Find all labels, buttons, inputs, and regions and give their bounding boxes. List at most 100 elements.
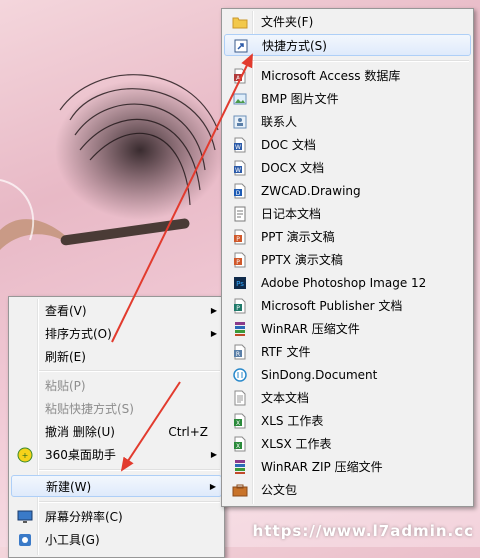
menu-item-new_submenu-items-0[interactable]: 文件夹(F) bbox=[224, 11, 471, 33]
menu-item-context_menu-items-5[interactable]: 撤消 删除(U) Ctrl+Z bbox=[11, 421, 222, 443]
360-assistant-icon: + bbox=[17, 447, 33, 463]
svg-text:R: R bbox=[236, 351, 240, 358]
menu-item-context_menu-items-0[interactable]: 查看(V) ▶ bbox=[11, 300, 222, 322]
menu-item-label: 查看(V) bbox=[45, 304, 87, 318]
svg-text:P: P bbox=[236, 305, 240, 312]
dwg-icon: D bbox=[232, 183, 248, 199]
rtf-icon: R bbox=[232, 344, 248, 360]
menu-item-label: 公文包 bbox=[261, 483, 298, 497]
doc-icon: W bbox=[232, 137, 248, 153]
menu-item-label: WinRAR ZIP 压缩文件 bbox=[261, 460, 383, 474]
bmp-icon bbox=[232, 91, 248, 107]
briefcase-icon bbox=[232, 482, 248, 498]
menu-item-new_submenu-items-11[interactable]: Ps Adobe Photoshop Image 12 bbox=[224, 272, 471, 294]
submenu-arrow-icon: ▶ bbox=[210, 306, 217, 315]
access-icon: A bbox=[232, 68, 248, 84]
menu-item-label: PPTX 演示文稿 bbox=[261, 253, 343, 267]
menu-item-label: 360桌面助手 bbox=[45, 448, 116, 462]
svg-text:Ps: Ps bbox=[236, 280, 244, 288]
menu-item-label: 排序方式(O) bbox=[45, 327, 112, 341]
menu-item-label: RTF 文件 bbox=[261, 345, 311, 359]
menu-item-context_menu-items-7[interactable]: 新建(W) ▶ bbox=[11, 475, 222, 497]
ppt-icon: P bbox=[232, 229, 248, 245]
menu-item-new_submenu-items-5[interactable]: W DOC 文档 bbox=[224, 134, 471, 156]
menu-item-new_submenu-items-2[interactable]: A Microsoft Access 数据库 bbox=[224, 65, 471, 87]
menu-item-new_submenu-items-18[interactable]: X XLSX 工作表 bbox=[224, 433, 471, 455]
display-icon bbox=[17, 509, 33, 525]
menu-item-label: DOCX 文档 bbox=[261, 161, 325, 175]
menu-item-new_submenu-items-20[interactable]: 公文包 bbox=[224, 479, 471, 501]
menu-item-label: BMP 图片文件 bbox=[261, 92, 339, 106]
menu-separator bbox=[252, 60, 469, 62]
menu-item-label: 刷新(E) bbox=[45, 350, 86, 364]
menu-item-new_submenu-items-6[interactable]: W DOCX 文档 bbox=[224, 157, 471, 179]
sindong-icon bbox=[232, 367, 248, 383]
submenu-arrow-icon: ▶ bbox=[209, 482, 216, 491]
menu-item-context_menu-items-1[interactable]: 排序方式(O) ▶ bbox=[11, 323, 222, 345]
menu-separator bbox=[39, 469, 220, 471]
menu-item-label: 新建(W) bbox=[46, 480, 92, 494]
menu-item-label: Microsoft Publisher 文档 bbox=[261, 299, 403, 313]
menu-item-new_submenu-items-16[interactable]: 文本文档 bbox=[224, 387, 471, 409]
menu-item-context_menu-items-9[interactable]: 小工具(G) bbox=[11, 529, 222, 551]
svg-text:W: W bbox=[235, 167, 241, 174]
menu-item-label: XLSX 工作表 bbox=[261, 437, 332, 451]
svg-text:X: X bbox=[236, 420, 240, 427]
svg-text:W: W bbox=[235, 144, 241, 151]
winrar-icon bbox=[232, 321, 248, 337]
menu-item-context_menu-items-2[interactable]: 刷新(E) bbox=[11, 346, 222, 368]
menu-item-label: DOC 文档 bbox=[261, 138, 316, 152]
menu-item-context_menu-items-6[interactable]: +360桌面助手 ▶ bbox=[11, 444, 222, 466]
menu-item-new_submenu-items-19[interactable]: WinRAR ZIP 压缩文件 bbox=[224, 456, 471, 478]
svg-text:P: P bbox=[236, 259, 240, 266]
menu-item-context_menu-items-4: 粘贴快捷方式(S) bbox=[11, 398, 222, 420]
menu-item-new_submenu-items-17[interactable]: X XLS 工作表 bbox=[224, 410, 471, 432]
menu-item-new_submenu-items-1[interactable]: 快捷方式(S) bbox=[224, 34, 471, 56]
contact-icon bbox=[232, 114, 248, 130]
desktop-context-menu: 查看(V) ▶ 排序方式(O) ▶ 刷新(E) 粘贴(P) 粘贴快捷方式(S) 撤消 删除(U… bbox=[8, 296, 225, 558]
menu-item-label: XLS 工作表 bbox=[261, 414, 324, 428]
folder-icon bbox=[232, 14, 248, 30]
menu-item-new_submenu-items-7[interactable]: D ZWCAD.Drawing bbox=[224, 180, 471, 202]
menu-item-label: Microsoft Access 数据库 bbox=[261, 69, 401, 83]
shortcut-key-label: Ctrl+Z bbox=[168, 425, 208, 439]
menu-item-new_submenu-items-9[interactable]: P PPT 演示文稿 bbox=[224, 226, 471, 248]
photoshop-icon: Ps bbox=[232, 275, 248, 291]
svg-text:P: P bbox=[236, 236, 240, 243]
gadget-icon bbox=[17, 532, 33, 548]
xls-icon: X bbox=[232, 413, 248, 429]
new-submenu: 文件夹(F) 快捷方式(S) A Microsoft Access 数据库 BMP 图片… bbox=[221, 8, 474, 507]
menu-separator bbox=[39, 370, 220, 372]
menu-item-new_submenu-items-12[interactable]: P Microsoft Publisher 文档 bbox=[224, 295, 471, 317]
publisher-icon: P bbox=[232, 298, 248, 314]
svg-text:X: X bbox=[236, 443, 240, 450]
menu-item-label: 文本文档 bbox=[261, 391, 310, 405]
menu-item-label: ZWCAD.Drawing bbox=[261, 184, 361, 198]
menu-item-label: 小工具(G) bbox=[45, 533, 100, 547]
menu-item-new_submenu-items-4[interactable]: 联系人 bbox=[224, 111, 471, 133]
shortcut-icon bbox=[233, 38, 249, 54]
menu-item-new_submenu-items-8[interactable]: 日记本文档 bbox=[224, 203, 471, 225]
journal-icon bbox=[232, 206, 248, 222]
watermark-text: https://www.l7admin.cc bbox=[252, 522, 474, 540]
menu-item-context_menu-items-8[interactable]: 屏幕分辨率(C) bbox=[11, 506, 222, 528]
menu-item-label: Adobe Photoshop Image 12 bbox=[261, 276, 427, 290]
menu-item-new_submenu-items-14[interactable]: R RTF 文件 bbox=[224, 341, 471, 363]
menu-item-label: 文件夹(F) bbox=[261, 15, 314, 29]
menu-item-new_submenu-items-3[interactable]: BMP 图片文件 bbox=[224, 88, 471, 110]
menu-item-label: 粘贴快捷方式(S) bbox=[45, 402, 134, 416]
svg-text:+: + bbox=[22, 451, 29, 460]
submenu-arrow-icon: ▶ bbox=[210, 450, 217, 459]
menu-item-new_submenu-items-13[interactable]: WinRAR 压缩文件 bbox=[224, 318, 471, 340]
menu-item-label: PPT 演示文稿 bbox=[261, 230, 335, 244]
menu-item-label: 快捷方式(S) bbox=[262, 39, 327, 53]
svg-text:D: D bbox=[236, 190, 241, 197]
menu-item-new_submenu-items-15[interactable]: SinDong.Document bbox=[224, 364, 471, 386]
menu-item-new_submenu-items-10[interactable]: P PPTX 演示文稿 bbox=[224, 249, 471, 271]
menu-item-label: 屏幕分辨率(C) bbox=[45, 510, 123, 524]
menu-item-label: WinRAR 压缩文件 bbox=[261, 322, 360, 336]
menu-separator bbox=[39, 501, 220, 503]
menu-item-label: 联系人 bbox=[261, 115, 298, 129]
menu-item-context_menu-items-3: 粘贴(P) bbox=[11, 375, 222, 397]
winrar-zip-icon bbox=[232, 459, 248, 475]
